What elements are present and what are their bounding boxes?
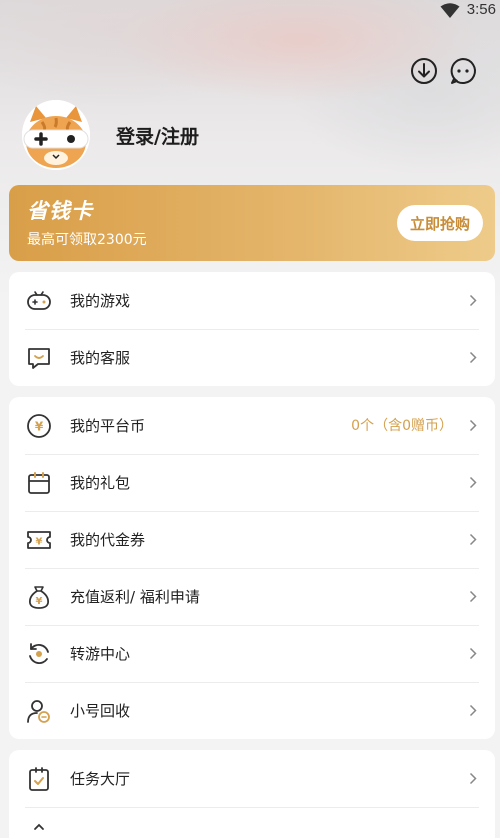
menu-item-task-hall[interactable]: 任务大厅 [9, 750, 495, 807]
menu-item-label: 我的游戏 [70, 292, 131, 310]
chevron-right-icon [469, 590, 477, 603]
chevron-right-icon [469, 647, 477, 660]
coin-icon: ¥ [26, 413, 52, 439]
menu-item-voucher[interactable]: ¥ 我的代金券 [9, 511, 495, 568]
menu-item-customer-service[interactable]: 我的客服 [9, 329, 495, 386]
download-icon[interactable] [409, 56, 439, 86]
chevron-right-icon [469, 476, 477, 489]
login-register-link[interactable]: 登录/注册 [116, 122, 199, 149]
svg-text:¥: ¥ [36, 537, 43, 548]
customer-service-icon [26, 345, 52, 371]
menu-item-label: 充值返利/ 福利申请 [70, 588, 200, 606]
menu-item-label: 我的礼包 [70, 474, 131, 492]
task-clipboard-icon [26, 766, 52, 792]
menu-item-label: 小号回收 [70, 702, 131, 720]
chevron-right-icon [469, 294, 477, 307]
savings-card-title: 省钱卡 [27, 199, 93, 223]
svg-text:¥: ¥ [35, 420, 44, 434]
chevron-right-icon [469, 419, 477, 432]
chevron-right-icon [469, 704, 477, 717]
voucher-icon: ¥ [26, 527, 52, 553]
menu-item-my-games[interactable]: 我的游戏 [9, 272, 495, 329]
gamepad-icon [26, 288, 52, 314]
buy-now-button[interactable]: 立即抢购 [397, 205, 483, 241]
menu-item-gift-pack[interactable]: 我的礼包 [9, 454, 495, 511]
menu-item-account-recycle[interactable]: 小号回收 [9, 682, 495, 739]
menu-group-2: ¥ 我的平台币 0个（含0赠币） 我的礼包 ¥ 我的代金券 ¥ 充值返利/ 福利… [9, 397, 495, 739]
chevron-right-icon [469, 772, 477, 785]
transfer-icon [26, 641, 52, 667]
menu-item-label: 我的平台币 [70, 417, 146, 435]
menu-group-1: 我的游戏 我的客服 [9, 272, 495, 386]
message-icon[interactable] [448, 56, 478, 86]
menu-item-recharge-rebate[interactable]: ¥ 充值返利/ 福利申请 [9, 568, 495, 625]
partial-icon [26, 823, 52, 838]
savings-card-subtitle: 最高可领取2300元 [27, 232, 147, 248]
cat-gamepad-avatar [22, 100, 90, 170]
status-bar: 3:56 [0, 0, 500, 22]
menu-item-label: 任务大厅 [70, 770, 131, 788]
account-recycle-icon [26, 698, 52, 724]
chevron-right-icon [469, 351, 477, 364]
svg-text:¥: ¥ [36, 596, 43, 607]
coin-balance: 0个（含0赠币） [351, 418, 453, 434]
avatar[interactable] [22, 100, 90, 170]
savings-card[interactable]: 省钱卡 最高可领取2300元 立即抢购 [9, 185, 495, 261]
menu-item-transfer-center[interactable]: 转游中心 [9, 625, 495, 682]
menu-item-label: 转游中心 [70, 645, 131, 663]
chevron-right-icon [469, 533, 477, 546]
menu-item-label: 我的代金券 [70, 531, 146, 549]
gift-icon [26, 470, 52, 496]
menu-item-next[interactable] [9, 807, 495, 838]
status-time: 3:56 [466, 1, 496, 18]
money-bag-icon: ¥ [26, 584, 52, 610]
menu-item-platform-coin[interactable]: ¥ 我的平台币 0个（含0赠币） [9, 397, 495, 454]
menu-item-label: 我的客服 [70, 349, 131, 367]
menu-group-3: 任务大厅 [9, 750, 495, 838]
wifi-icon [440, 3, 460, 19]
